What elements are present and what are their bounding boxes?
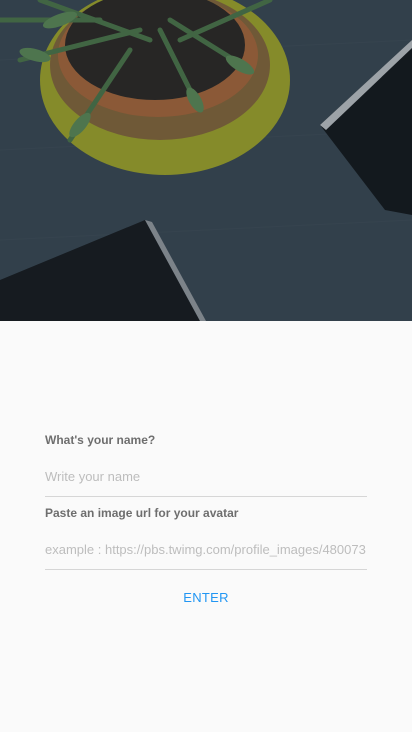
login-form: What's your name? Paste an image url for… <box>45 432 367 608</box>
desk-plant-photo <box>0 0 412 321</box>
avatar-url-label: Paste an image url for your avatar <box>45 506 239 520</box>
avatar-url-input[interactable] <box>45 530 367 570</box>
name-input[interactable] <box>45 457 367 497</box>
enter-button[interactable]: ENTER <box>166 588 246 608</box>
header-image <box>0 0 412 321</box>
name-label: What's your name? <box>45 433 156 447</box>
